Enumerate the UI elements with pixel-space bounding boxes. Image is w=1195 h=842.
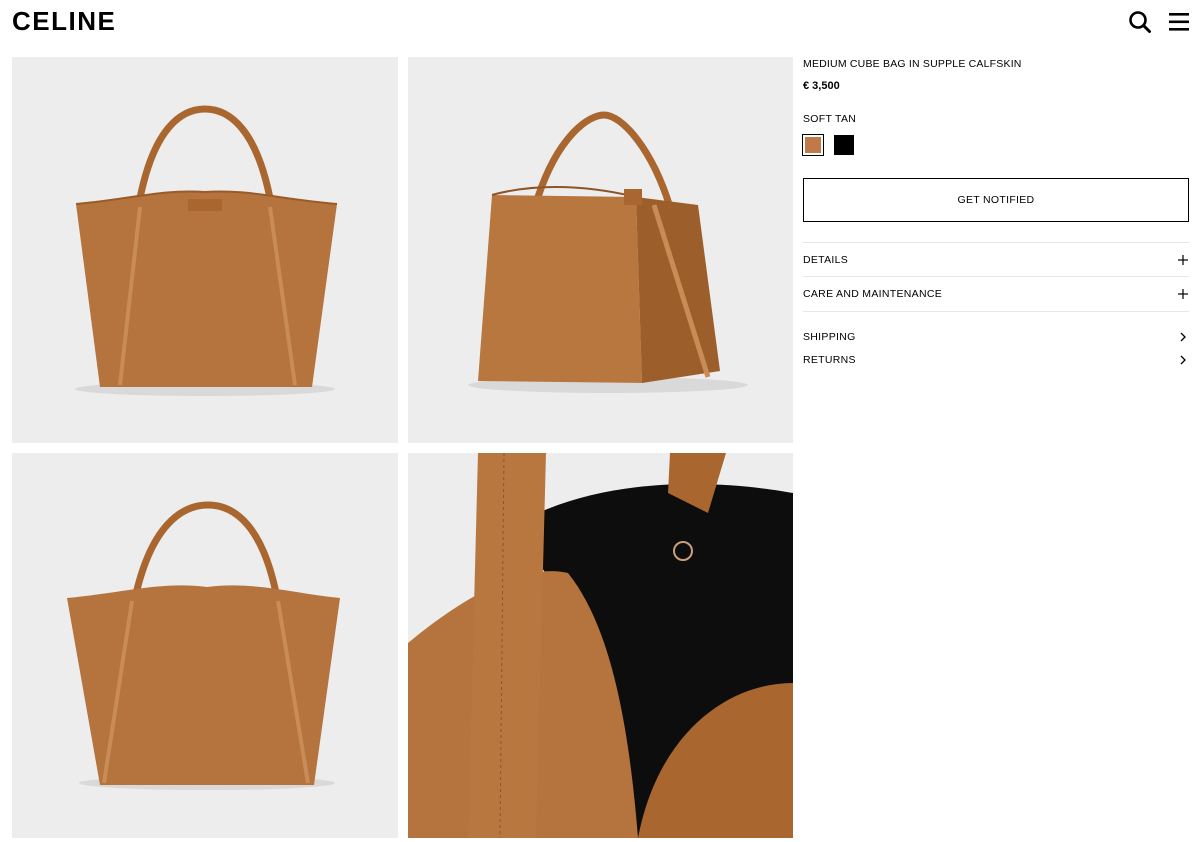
product-image-back[interactable]	[12, 453, 398, 838]
search-icon[interactable]	[1127, 9, 1153, 35]
celine-logo[interactable]: CELINE	[12, 7, 116, 35]
selected-color-name: SOFT TAN	[803, 113, 857, 125]
swatch-soft-tan[interactable]	[802, 134, 824, 156]
chevron-right-icon	[1180, 355, 1186, 365]
plus-icon	[1178, 289, 1188, 299]
product-image-interior[interactable]	[408, 453, 793, 838]
swatch-black[interactable]	[834, 135, 854, 155]
product-name: MEDIUM CUBE BAG IN SUPPLE CALFSKIN	[803, 58, 1022, 70]
product-price: € 3,500	[803, 80, 840, 92]
returns-link[interactable]: RETURNS	[803, 352, 1189, 370]
product-image-front[interactable]	[12, 57, 398, 443]
get-notified-button[interactable]: GET NOTIFIED	[803, 178, 1189, 222]
accordion-details-label: DETAILS	[803, 254, 849, 266]
plus-icon	[1178, 255, 1188, 265]
accordion-details[interactable]: DETAILS	[803, 242, 1189, 277]
shipping-link[interactable]: SHIPPING	[803, 329, 1189, 347]
shipping-label: SHIPPING	[803, 331, 856, 343]
returns-label: RETURNS	[803, 354, 856, 366]
accordion-care-label: CARE AND MAINTENANCE	[803, 288, 943, 300]
accordion-care[interactable]: CARE AND MAINTENANCE	[803, 276, 1189, 312]
site-header: CELINE	[0, 0, 1195, 44]
chevron-right-icon	[1180, 332, 1186, 342]
product-image-three-quarter[interactable]	[408, 57, 793, 443]
menu-icon[interactable]	[1168, 9, 1194, 35]
